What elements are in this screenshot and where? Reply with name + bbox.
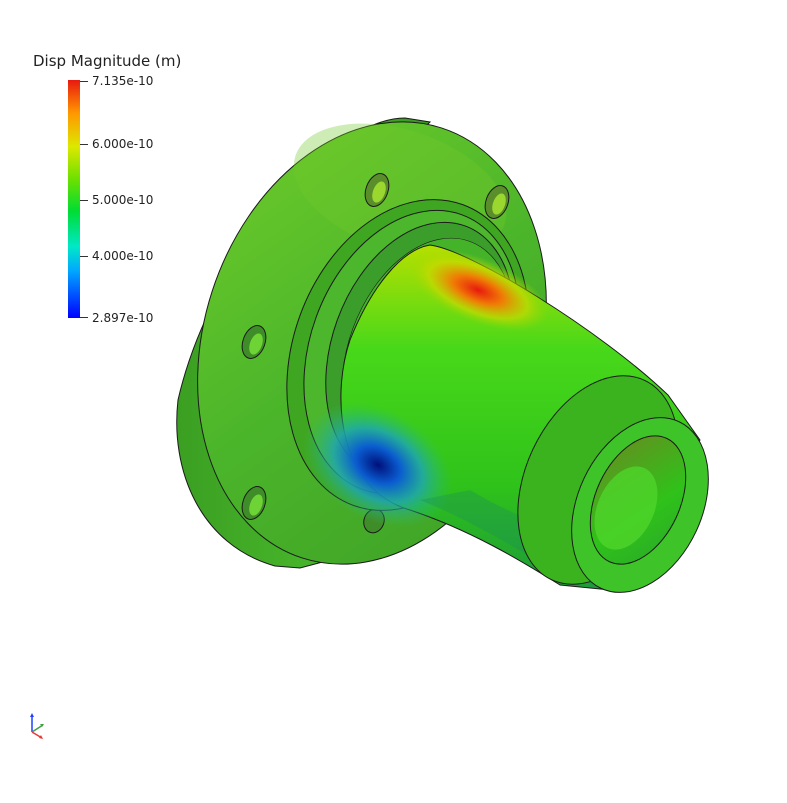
colorbar-tick-label: 5.000e-10 <box>92 193 154 207</box>
tick-mark <box>80 317 88 318</box>
model-svg <box>176 117 709 593</box>
color-bar <box>68 80 80 318</box>
colorbar-tick-label: 6.000e-10 <box>92 137 154 151</box>
render-viewport[interactable]: Disp Magnitude (m) 7.135e-10 6.000e-10 5… <box>0 0 787 799</box>
tick-mark <box>80 256 88 257</box>
orientation-axes-icon <box>30 713 44 739</box>
tick-mark <box>80 144 88 145</box>
colorbar-tick-label: 4.000e-10 <box>92 249 154 263</box>
colorbar-max-label: 7.135e-10 <box>92 74 154 88</box>
legend-title: Disp Magnitude (m) <box>33 52 182 70</box>
colorbar-min-label: 2.897e-10 <box>92 311 154 325</box>
tick-mark <box>80 200 88 201</box>
tick-mark <box>80 81 88 82</box>
